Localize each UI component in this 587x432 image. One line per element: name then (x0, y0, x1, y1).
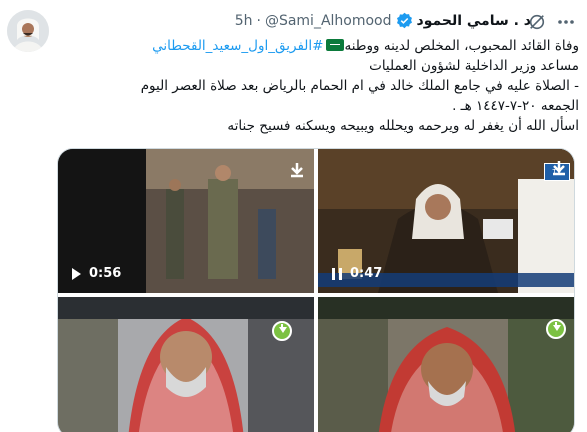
saudi-flag-icon (326, 39, 345, 51)
tweet-time[interactable]: 5h (235, 13, 253, 29)
media-grid: 0:56 TV 0:47 (57, 148, 575, 432)
author-name[interactable]: د . سامي الحمود (417, 13, 531, 29)
video-1-controls: 0:56 (72, 266, 121, 281)
more-icon[interactable] (556, 13, 576, 31)
video-1-duration: 0:56 (89, 266, 122, 281)
photo-thumbnail-1[interactable] (58, 297, 314, 432)
download-icon[interactable] (550, 159, 568, 177)
verified-badge-icon (396, 12, 412, 29)
photo-1-image (58, 297, 314, 432)
grok-icon[interactable] (528, 13, 546, 31)
photo-2-image (318, 297, 574, 432)
tweet-line-4: الجمعه ٢٠-٧-١٤٤٧ هـ . (452, 98, 579, 114)
avatar[interactable] (7, 10, 49, 52)
video-2-duration: 0:47 (350, 266, 383, 281)
video-thumbnail-1[interactable]: 0:56 (58, 149, 314, 293)
author-handle[interactable]: @Sami_Alhomood (265, 13, 392, 29)
tweet-line-1: وفاة القائد المحبوب، المخلص لدينه ووطنه #… (59, 36, 579, 56)
video-2-controls: 0:47 (332, 266, 382, 281)
tweet-line-3: - الصلاة عليه في جامع الملك خالد في ام ا… (140, 78, 579, 94)
video-thumbnail-2[interactable]: TV 0:47 (318, 149, 574, 293)
tweet-line-5: اسأل الله أن يغفر له ويرحمه ويحلله ويبيح… (227, 118, 579, 134)
pause-icon[interactable] (332, 267, 342, 280)
play-icon[interactable] (72, 267, 81, 280)
tweet-text: وفاة القائد المحبوب، المخلص لدينه ووطنه #… (59, 36, 579, 136)
tweet-text-line1: وفاة القائد المحبوب، المخلص لدينه ووطنه (344, 38, 579, 54)
tweet[interactable]: د . سامي الحمود @Sami_Alhomood · 5h وفاة… (0, 0, 587, 432)
tweet-line-2: مساعد وزير الداخلية لشؤون العمليات (369, 58, 579, 74)
download-icon[interactable] (272, 321, 292, 341)
separator-dot: · (256, 12, 261, 29)
hashtag-link[interactable]: #الفريق_اول_سعيد_القحطاني (152, 38, 323, 54)
download-icon[interactable] (546, 319, 566, 339)
tweet-header: د . سامي الحمود @Sami_Alhomood · 5h (235, 12, 531, 29)
download-icon[interactable] (288, 161, 306, 179)
photo-thumbnail-2[interactable] (318, 297, 574, 432)
